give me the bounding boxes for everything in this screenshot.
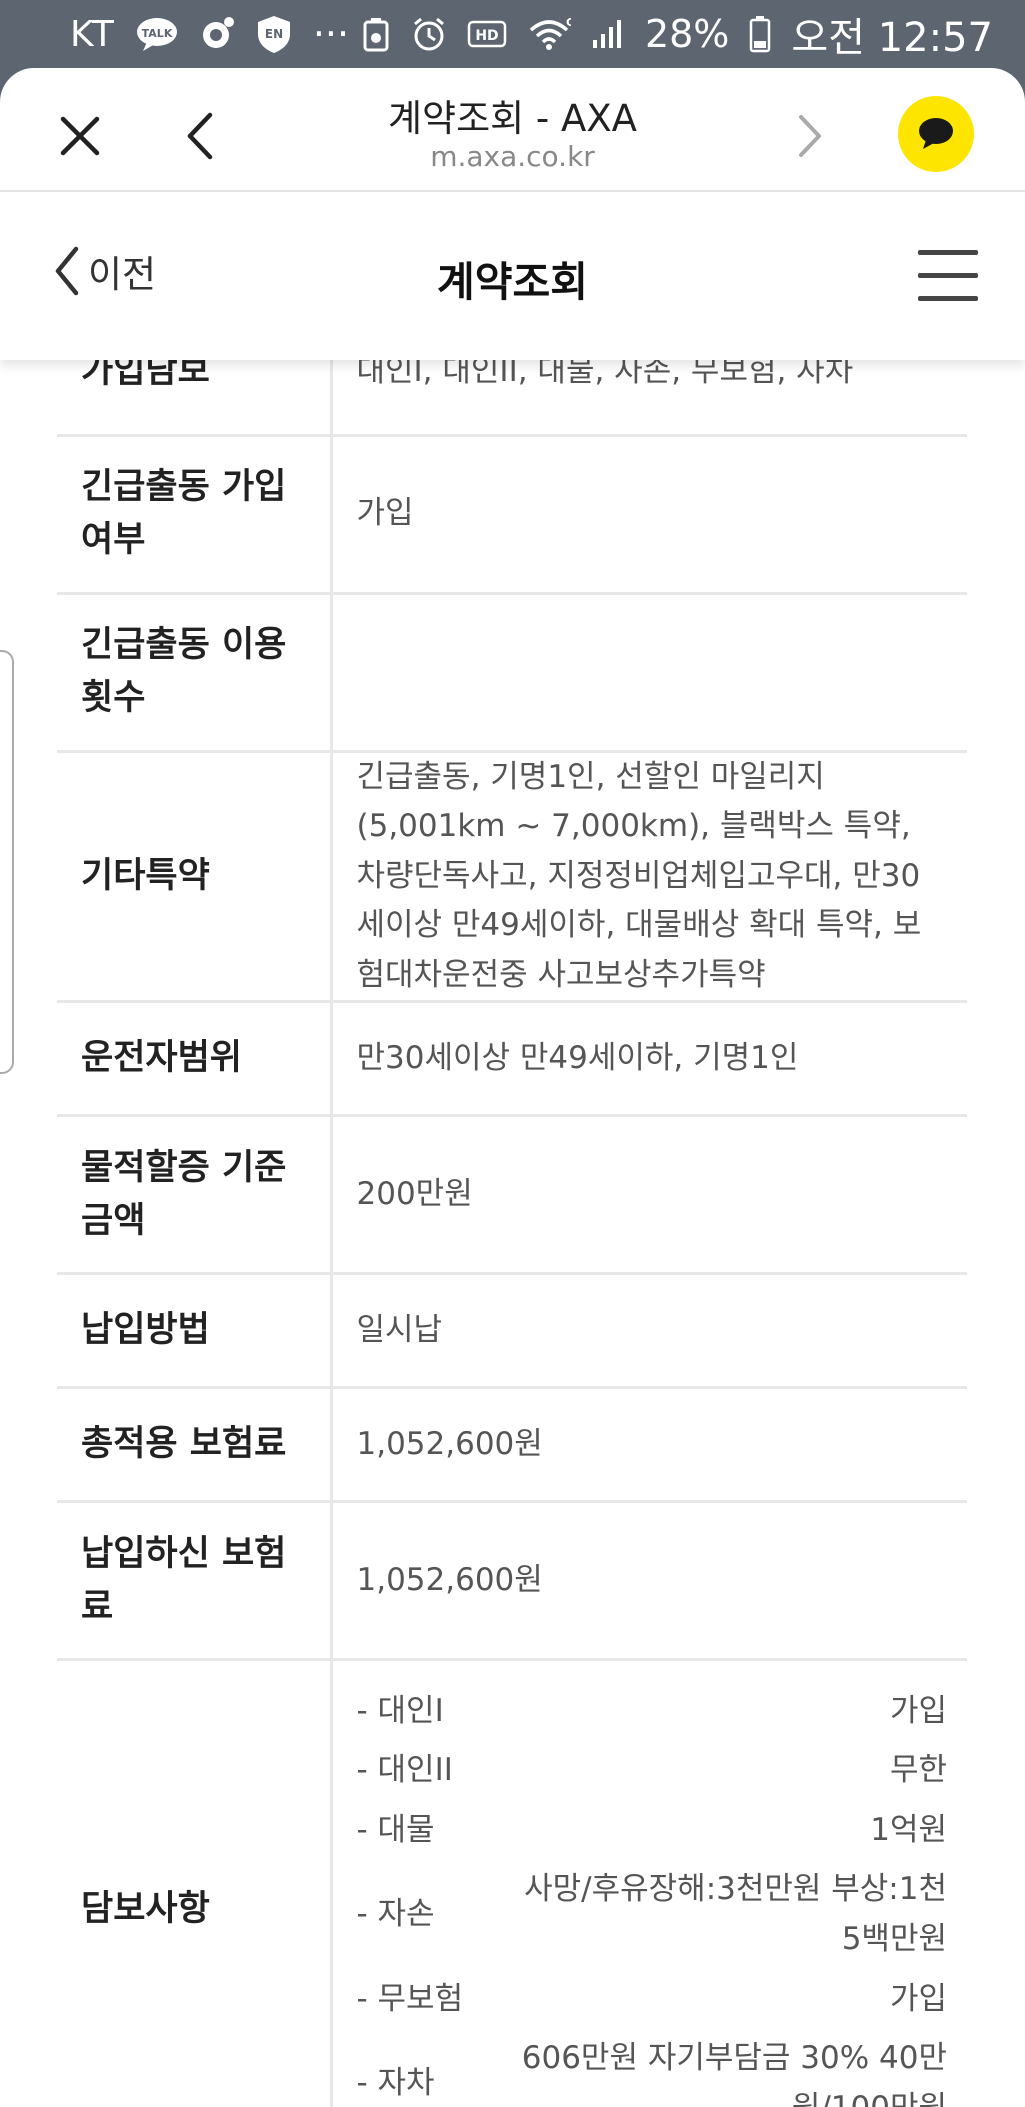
coverage-name: - 대인II: [356, 1752, 453, 1789]
coverage-name: - 자손: [356, 1896, 435, 1933]
status-left: KT TALK EN ···: [70, 12, 349, 56]
speech-bubble-icon: [919, 118, 953, 149]
battery-percent: 28%: [644, 12, 730, 56]
kakaotalk-share-button[interactable]: [898, 96, 974, 172]
talk-badge-text: TALK: [141, 27, 172, 40]
table-row: 가입담보 대인I, 대인II, 대물, 자손, 무보험, 자차: [57, 360, 967, 437]
coverage-item: - 무보험 가입: [357, 1970, 948, 2030]
coverage-item: - 대인II 무한: [357, 1741, 948, 1801]
alarm-icon: [411, 16, 447, 52]
row-label: 긴급출동 가입 여부: [57, 435, 333, 595]
menu-line-icon: [918, 273, 978, 278]
row-label: 납입방법: [57, 1273, 333, 1390]
browser-toolbar: 계약조회 - AXA m.axa.co.kr: [0, 68, 1025, 192]
en-badge-text: EN: [265, 27, 283, 41]
coverage-name: - 무보험: [356, 1980, 464, 2017]
row-label: 긴급출동 이용 횟수: [57, 593, 333, 753]
vpn-shield-icon: EN: [255, 14, 293, 54]
row-label: 총적용 보험료: [57, 1387, 333, 1504]
coverage-list: - 대인I 가입 - 대인II 무한 - 대물 1억원 - 자손 사망/후유장해…: [331, 1659, 967, 2107]
row-label: 기타특약: [57, 751, 333, 1004]
network-type-text: G: [566, 16, 571, 29]
row-label: 운전자범위: [57, 1001, 333, 1118]
edge-panel-handle[interactable]: [0, 650, 14, 1074]
row-value: 대인I, 대인II, 대물, 자손, 무보험, 자차: [331, 360, 967, 437]
page-header: 이전 계약조회: [0, 192, 1025, 360]
signal-strength-icon: [591, 18, 625, 50]
chevron-right-icon: [799, 115, 821, 157]
coverage-item: - 자차 606만원 자기부담금 30% 40만원/100만원: [357, 2029, 948, 2107]
row-label: 가입담보: [57, 360, 333, 437]
coverage-item: - 대물 1억원: [357, 1801, 948, 1861]
coverage-name: - 대물: [356, 1811, 435, 1848]
menu-line-icon: [918, 250, 978, 255]
more-notifications-icon: ···: [312, 12, 350, 56]
row-value: 1,052,600원: [331, 1387, 967, 1504]
table-row: 운전자범위 만30세이상 만49세이하, 기명1인: [57, 1001, 967, 1118]
battery-saver-icon: [361, 16, 391, 52]
row-label: 납입하신 보험료: [57, 1501, 333, 1662]
page-tab-title: 계약조회 - AXA: [387, 97, 637, 140]
coverage-value: 606만원 자기부담금 30% 40만원/100만원: [521, 2040, 947, 2107]
coverage-value: 사망/후유장해:3천만원 부상:1천5백만원: [524, 1871, 947, 1957]
coverage-value: 가입: [889, 1692, 947, 1729]
coverage-value: 무한: [889, 1752, 947, 1789]
coverage-row: 담보사항 - 대인I 가입 - 대인II 무한 - 대물 1억원 - 자손 사망…: [57, 1659, 967, 2107]
coverage-item: - 대인I 가입: [357, 1682, 948, 1742]
hd-badge-text: HD: [475, 28, 498, 44]
coverage-value: 1억원: [870, 1811, 947, 1848]
coverage-item: - 자손 사망/후유장해:3천만원 부상:1천5백만원: [357, 1860, 948, 1969]
row-value: 200만원: [331, 1115, 967, 1276]
status-bar: KT TALK EN ··· HD G 28% 오전 12:57: [0, 0, 1025, 68]
row-value: 일시납: [331, 1273, 967, 1390]
row-value: 긴급출동, 기명1인, 선할인 마일리지(5,001km ~ 7,000km),…: [331, 751, 967, 1004]
wifi-icon: G: [527, 16, 571, 52]
status-right: HD G 28% 오전 12:57: [361, 5, 993, 63]
table-row: 물적할증 기준 금액 200만원: [57, 1115, 967, 1276]
row-value: 가입: [331, 435, 967, 595]
battery-icon: [749, 15, 771, 53]
table-row: 총적용 보험료 1,052,600원: [57, 1387, 967, 1504]
table-row: 기타특약 긴급출동, 기명1인, 선할인 마일리지(5,001km ~ 7,00…: [57, 751, 967, 1004]
menu-line-icon: [918, 296, 978, 301]
clock-time: 오전 12:57: [791, 15, 993, 61]
table-row: 납입방법 일시납: [57, 1273, 967, 1390]
browser-window: 계약조회 - AXA m.axa.co.kr 이전 계약조회 가입담보 대인I,…: [0, 68, 1025, 2107]
browser-forward-button[interactable]: [780, 106, 840, 166]
table-row: 긴급출동 가입 여부 가입: [57, 435, 967, 595]
contract-info-table: 가입담보 대인I, 대인II, 대물, 자손, 무보험, 자차 긴급출동 가입 …: [57, 360, 967, 2107]
row-value: 만30세이상 만49세이하, 기명1인: [331, 1001, 967, 1118]
coverage-value: 가입: [889, 1980, 947, 2017]
hd-voice-icon: HD: [467, 19, 507, 49]
table-row: 긴급출동 이용 횟수: [57, 593, 967, 753]
coverage-label: 담보사항: [57, 1659, 333, 2107]
coverage-name: - 자차: [356, 2064, 435, 2101]
carrier-label: KT: [70, 13, 115, 55]
table-row: 납입하신 보험료 1,052,600원: [57, 1501, 967, 1662]
notification-dot-icon: [199, 16, 235, 52]
coverage-name: - 대인I: [356, 1692, 444, 1729]
row-label: 물적할증 기준 금액: [57, 1115, 333, 1276]
page-title: 계약조회: [437, 258, 588, 306]
row-value: 1,052,600원: [331, 1501, 967, 1662]
contract-content[interactable]: 가입담보 대인I, 대인II, 대물, 자손, 무보험, 자차 긴급출동 가입 …: [0, 360, 1025, 2107]
hamburger-menu-button[interactable]: [918, 248, 978, 304]
url-host[interactable]: m.axa.co.kr: [0, 140, 1025, 173]
row-value: [331, 593, 967, 753]
kakaotalk-notification-icon: TALK: [135, 16, 179, 52]
